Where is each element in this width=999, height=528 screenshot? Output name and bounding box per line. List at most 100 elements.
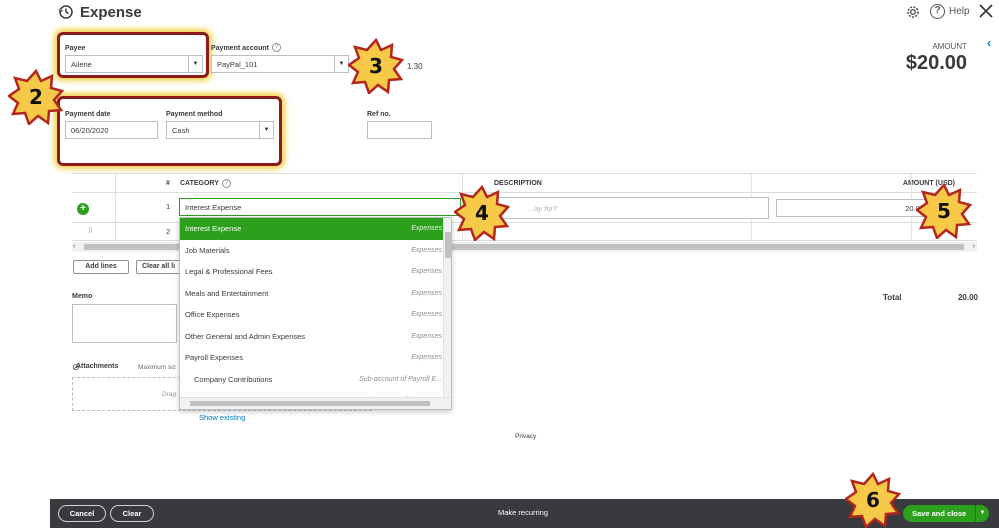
- item-type: Expenses: [411, 311, 442, 318]
- description-input[interactable]: ...ay for?: [492, 197, 769, 219]
- payment-method-label: Payment method: [166, 111, 223, 118]
- col-category-header: CATEGORY: [180, 180, 219, 187]
- row-number: 2: [166, 227, 171, 236]
- callout-number: 3: [369, 54, 383, 78]
- gear-icon[interactable]: [906, 5, 920, 19]
- payment-date-field[interactable]: 06/20/2020: [65, 121, 158, 139]
- item-type: Expenses: [411, 225, 442, 232]
- dropdown-item[interactable]: Interest Expense Expenses: [180, 218, 444, 240]
- payment-account-label: Payment account: [211, 45, 269, 52]
- amount-input[interactable]: 20.00: [776, 199, 930, 217]
- page-title: Expense: [80, 4, 142, 21]
- callout-number: 4: [475, 201, 489, 225]
- ref-no-field[interactable]: [367, 121, 432, 139]
- scroll-right-icon[interactable]: ›: [973, 242, 975, 252]
- callout-badge: 2: [8, 69, 64, 125]
- attachments-drag-text: Drag: [162, 391, 177, 398]
- make-recurring-link[interactable]: Make recurring: [498, 508, 548, 517]
- row-number: 1: [166, 202, 171, 211]
- chevron-left-icon[interactable]: ‹: [987, 36, 991, 50]
- item-name: Office Expenses: [185, 310, 240, 319]
- callout-badge: 3: [348, 38, 404, 94]
- item-type: Expenses: [411, 268, 442, 275]
- save-and-close-button[interactable]: Save and close ▼: [903, 505, 989, 522]
- attachments-label: Attachments: [76, 363, 119, 370]
- chevron-down-icon[interactable]: ▼: [975, 505, 989, 522]
- dropdown-item[interactable]: Other General and Admin Expenses Expense…: [180, 326, 444, 348]
- callout-badge: 6: [845, 472, 901, 528]
- callout-number: 2: [29, 85, 43, 109]
- item-name: Other General and Admin Expenses: [185, 331, 306, 341]
- category-value: Interest Expense: [185, 203, 242, 212]
- col-num-header: #: [166, 180, 170, 187]
- amount-total: $20.00: [905, 52, 967, 74]
- item-type: Expenses: [411, 332, 442, 340]
- item-name: Legal & Professional Fees: [185, 267, 273, 276]
- payment-method-select[interactable]: Cash ▼: [166, 121, 274, 139]
- item-name: Job Materials: [185, 245, 230, 255]
- payment-date-label: Payment date: [65, 111, 111, 118]
- category-input[interactable]: Interest Expense: [179, 198, 461, 216]
- item-type: Expenses: [411, 289, 442, 297]
- payee-label: Payee: [65, 45, 86, 52]
- memo-field[interactable]: [72, 304, 177, 343]
- add-lines-button[interactable]: Add lines: [73, 260, 129, 274]
- description-placeholder: ...ay for?: [528, 204, 558, 213]
- item-type: Sub-account of Payroll E...: [359, 375, 442, 383]
- callout-number: 5: [937, 199, 951, 223]
- payment-account-value: PayPal_101: [217, 60, 258, 69]
- item-type: Expenses: [411, 246, 442, 254]
- clear-button[interactable]: Clear: [110, 505, 154, 522]
- callout-number: 6: [866, 488, 880, 512]
- payment-account-select[interactable]: PayPal_101 ▼: [211, 55, 349, 73]
- attachments-max-size: Maximum siz: [138, 364, 176, 371]
- total-label: Total: [883, 293, 902, 302]
- help-link[interactable]: Help: [949, 6, 970, 17]
- item-name: Meals and Entertainment: [185, 288, 269, 298]
- total-value: 20.00: [957, 293, 978, 302]
- dropdown-item[interactable]: Legal & Professional Fees Expenses: [180, 261, 444, 283]
- payee-select[interactable]: Ailene ▼: [65, 55, 203, 73]
- callout-badge: 5: [916, 183, 972, 239]
- payee-value: Ailene: [71, 60, 92, 69]
- drag-handle-icon[interactable]: ⠿: [88, 227, 93, 235]
- add-row-icon[interactable]: +: [77, 203, 89, 215]
- account-balance: 1.30: [407, 62, 423, 71]
- privacy-link[interactable]: Privacy: [515, 433, 536, 440]
- item-name: Company Contributions: [194, 374, 273, 384]
- chevron-down-icon[interactable]: ▼: [188, 56, 202, 72]
- info-icon[interactable]: ?: [222, 179, 231, 188]
- close-icon[interactable]: [977, 2, 995, 20]
- chevron-down-icon[interactable]: ▼: [259, 122, 273, 138]
- item-name: Interest Expense: [185, 224, 242, 233]
- dropdown-scrollbar[interactable]: [443, 218, 451, 398]
- ref-no-label: Ref no.: [367, 111, 391, 118]
- show-existing-link[interactable]: Show existing: [199, 413, 245, 422]
- memo-label: Memo: [72, 293, 93, 300]
- category-dropdown[interactable]: Interest Expense Expenses Job Materials …: [179, 217, 452, 410]
- scroll-thumb[interactable]: [190, 401, 430, 406]
- save-and-close-label: Save and close: [912, 509, 967, 518]
- cancel-button[interactable]: Cancel: [58, 505, 106, 522]
- dropdown-item[interactable]: Meals and Entertainment Expenses: [180, 283, 444, 305]
- scroll-thumb[interactable]: [445, 232, 451, 258]
- info-icon[interactable]: ?: [272, 43, 281, 52]
- help-icon[interactable]: ?: [930, 4, 945, 19]
- scroll-left-icon[interactable]: ‹: [73, 242, 75, 252]
- dropdown-item[interactable]: Company Contributions Sub-account of Pay…: [180, 369, 444, 391]
- dropdown-hscrollbar[interactable]: [180, 397, 451, 409]
- chevron-down-icon[interactable]: ▼: [334, 56, 348, 72]
- payment-method-value: Cash: [172, 126, 190, 135]
- clear-all-lines-button[interactable]: Clear all li: [136, 260, 181, 274]
- expense-form: Expense ? Help ‹ AMOUNT $20.00 Payee Ail…: [8, 0, 999, 528]
- amount-label: AMOUNT: [932, 42, 967, 51]
- dropdown-item[interactable]: Office Expenses Expenses: [180, 304, 444, 326]
- item-type: Expenses: [411, 354, 442, 361]
- callout-badge: 4: [454, 185, 510, 241]
- dropdown-item[interactable]: Job Materials Expenses: [180, 240, 444, 262]
- table-header: # CATEGORY ? DESCRIPTION AMOUNT (USD): [72, 173, 977, 193]
- dropdown-item[interactable]: Payroll Expenses Expenses: [180, 347, 444, 369]
- payment-date-value: 06/20/2020: [71, 126, 109, 135]
- recent-history-icon[interactable]: [58, 4, 74, 20]
- item-name: Payroll Expenses: [185, 353, 243, 362]
